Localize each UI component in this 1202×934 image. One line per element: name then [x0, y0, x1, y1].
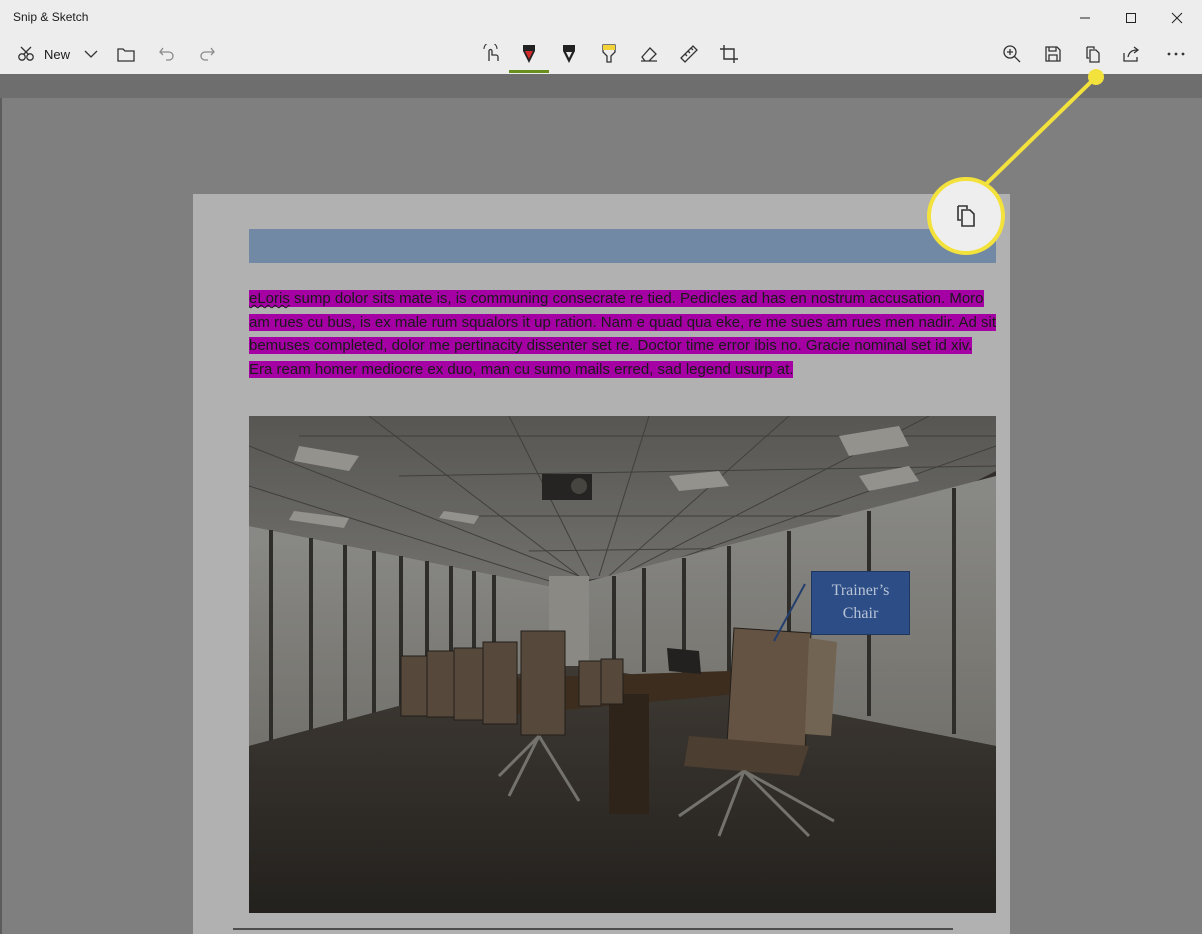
- copy-highlight-callout: [927, 177, 1005, 255]
- copy-icon: [957, 205, 975, 227]
- annotation-connector: [983, 69, 1104, 187]
